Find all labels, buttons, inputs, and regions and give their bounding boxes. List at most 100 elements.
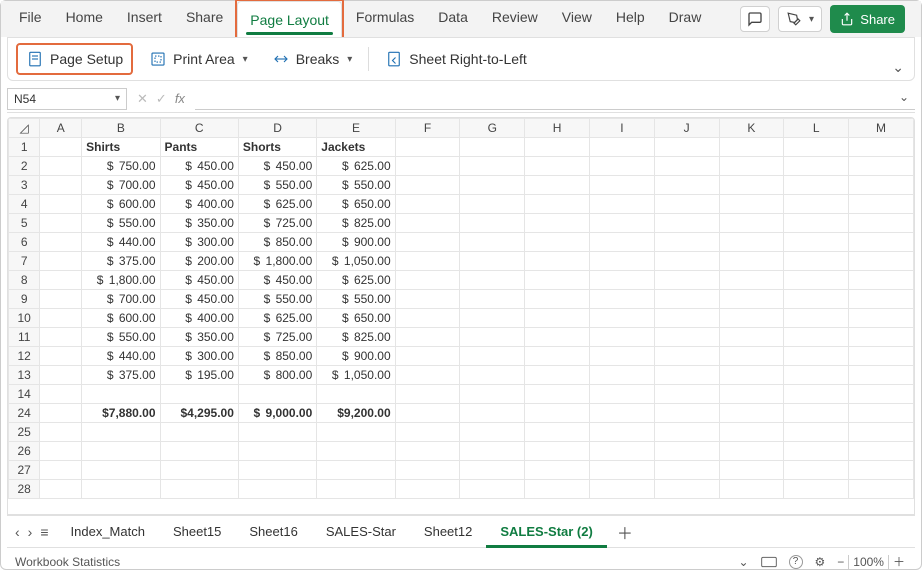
cell[interactable]: $550.00 [82, 214, 160, 233]
cell[interactable] [525, 442, 590, 461]
cell[interactable] [525, 480, 590, 499]
cell[interactable] [719, 176, 784, 195]
cell[interactable] [40, 347, 82, 366]
spreadsheet-grid[interactable]: ◿ABCDEFGHIJKLM1ShirtsPantsShortsJackets2… [7, 117, 915, 515]
cell[interactable]: $625.00 [238, 195, 316, 214]
tab-share[interactable]: Share [174, 0, 235, 35]
cell[interactable] [395, 461, 460, 480]
col-header[interactable]: A [40, 119, 82, 138]
cell[interactable]: $900.00 [317, 233, 395, 252]
zoom-out-button[interactable]: − [837, 555, 844, 569]
cell[interactable] [40, 176, 82, 195]
cell[interactable] [40, 195, 82, 214]
cell[interactable]: $9,000.00 [238, 404, 316, 423]
cell[interactable] [395, 195, 460, 214]
cell[interactable] [589, 366, 654, 385]
row-header[interactable]: 11 [9, 328, 40, 347]
cell[interactable] [40, 385, 82, 404]
cell[interactable] [784, 157, 849, 176]
cell[interactable]: $9,200.00 [317, 404, 395, 423]
cell[interactable] [40, 309, 82, 328]
cell[interactable] [160, 423, 238, 442]
cell[interactable]: $1,800.00 [238, 252, 316, 271]
cell[interactable]: $850.00 [238, 233, 316, 252]
sheet-rtl-button[interactable]: Sheet Right-to-Left [377, 43, 535, 75]
cell[interactable]: $550.00 [238, 176, 316, 195]
cell[interactable] [460, 290, 525, 309]
tab-draw[interactable]: Draw [657, 0, 714, 35]
cell[interactable] [160, 480, 238, 499]
breaks-button[interactable]: Breaks ▾ [264, 43, 361, 75]
cell[interactable] [395, 423, 460, 442]
cell[interactable] [460, 195, 525, 214]
cell[interactable] [719, 309, 784, 328]
cell[interactable] [460, 176, 525, 195]
cell[interactable] [460, 252, 525, 271]
cell[interactable] [40, 480, 82, 499]
cell[interactable] [525, 138, 590, 157]
cell[interactable] [40, 366, 82, 385]
cell[interactable] [849, 442, 914, 461]
zoom-in-button[interactable]: ＋ [893, 553, 905, 570]
cell[interactable] [654, 385, 719, 404]
row-header[interactable]: 13 [9, 366, 40, 385]
cell[interactable] [40, 404, 82, 423]
cell[interactable] [82, 423, 160, 442]
formula-bar-input[interactable]: ⌄ [195, 88, 915, 110]
cell[interactable] [395, 328, 460, 347]
cell[interactable] [784, 138, 849, 157]
cell[interactable] [525, 347, 590, 366]
row-header[interactable]: 24 [9, 404, 40, 423]
cell[interactable] [784, 195, 849, 214]
cell[interactable]: $625.00 [238, 309, 316, 328]
tab-page-layout[interactable]: Page Layout [237, 1, 342, 37]
tab-formulas[interactable]: Formulas [344, 0, 426, 35]
cell[interactable] [849, 328, 914, 347]
cell[interactable]: $550.00 [317, 290, 395, 309]
expand-formula-icon[interactable]: ⌄ [899, 90, 909, 104]
cell[interactable]: Pants [160, 138, 238, 157]
cell[interactable] [82, 461, 160, 480]
cell[interactable]: $550.00 [82, 328, 160, 347]
cell[interactable] [238, 442, 316, 461]
row-header[interactable]: 8 [9, 271, 40, 290]
cell[interactable] [317, 442, 395, 461]
cell[interactable] [460, 480, 525, 499]
cell[interactable]: $550.00 [238, 290, 316, 309]
cell[interactable] [82, 385, 160, 404]
cell[interactable] [395, 138, 460, 157]
col-header[interactable]: M [849, 119, 914, 138]
cell[interactable] [589, 404, 654, 423]
cell[interactable] [654, 252, 719, 271]
cell[interactable] [395, 157, 460, 176]
cell[interactable] [654, 233, 719, 252]
cell[interactable] [849, 366, 914, 385]
cell[interactable] [525, 290, 590, 309]
cell[interactable] [460, 347, 525, 366]
cell[interactable] [849, 423, 914, 442]
cell[interactable] [849, 461, 914, 480]
row-header[interactable]: 7 [9, 252, 40, 271]
cell[interactable]: $195.00 [160, 366, 238, 385]
cell[interactable] [719, 157, 784, 176]
fx-icon[interactable]: fx [175, 91, 185, 106]
cell[interactable] [238, 480, 316, 499]
cell[interactable] [589, 347, 654, 366]
cell[interactable] [525, 252, 590, 271]
col-header[interactable]: E [317, 119, 395, 138]
cell[interactable] [589, 157, 654, 176]
tab-file[interactable]: File [7, 0, 54, 35]
row-header[interactable]: 14 [9, 385, 40, 404]
cell[interactable] [719, 404, 784, 423]
cell[interactable] [719, 233, 784, 252]
cell[interactable] [849, 176, 914, 195]
cell[interactable] [849, 233, 914, 252]
cell[interactable] [395, 366, 460, 385]
feedback-icon[interactable]: ⚙ [815, 555, 826, 569]
cell[interactable] [589, 423, 654, 442]
sheet-tab[interactable]: Sheet12 [410, 516, 486, 548]
row-header[interactable]: 25 [9, 423, 40, 442]
cell[interactable] [589, 290, 654, 309]
col-header[interactable]: L [784, 119, 849, 138]
sheet-tab[interactable]: Index_Match [57, 516, 159, 548]
